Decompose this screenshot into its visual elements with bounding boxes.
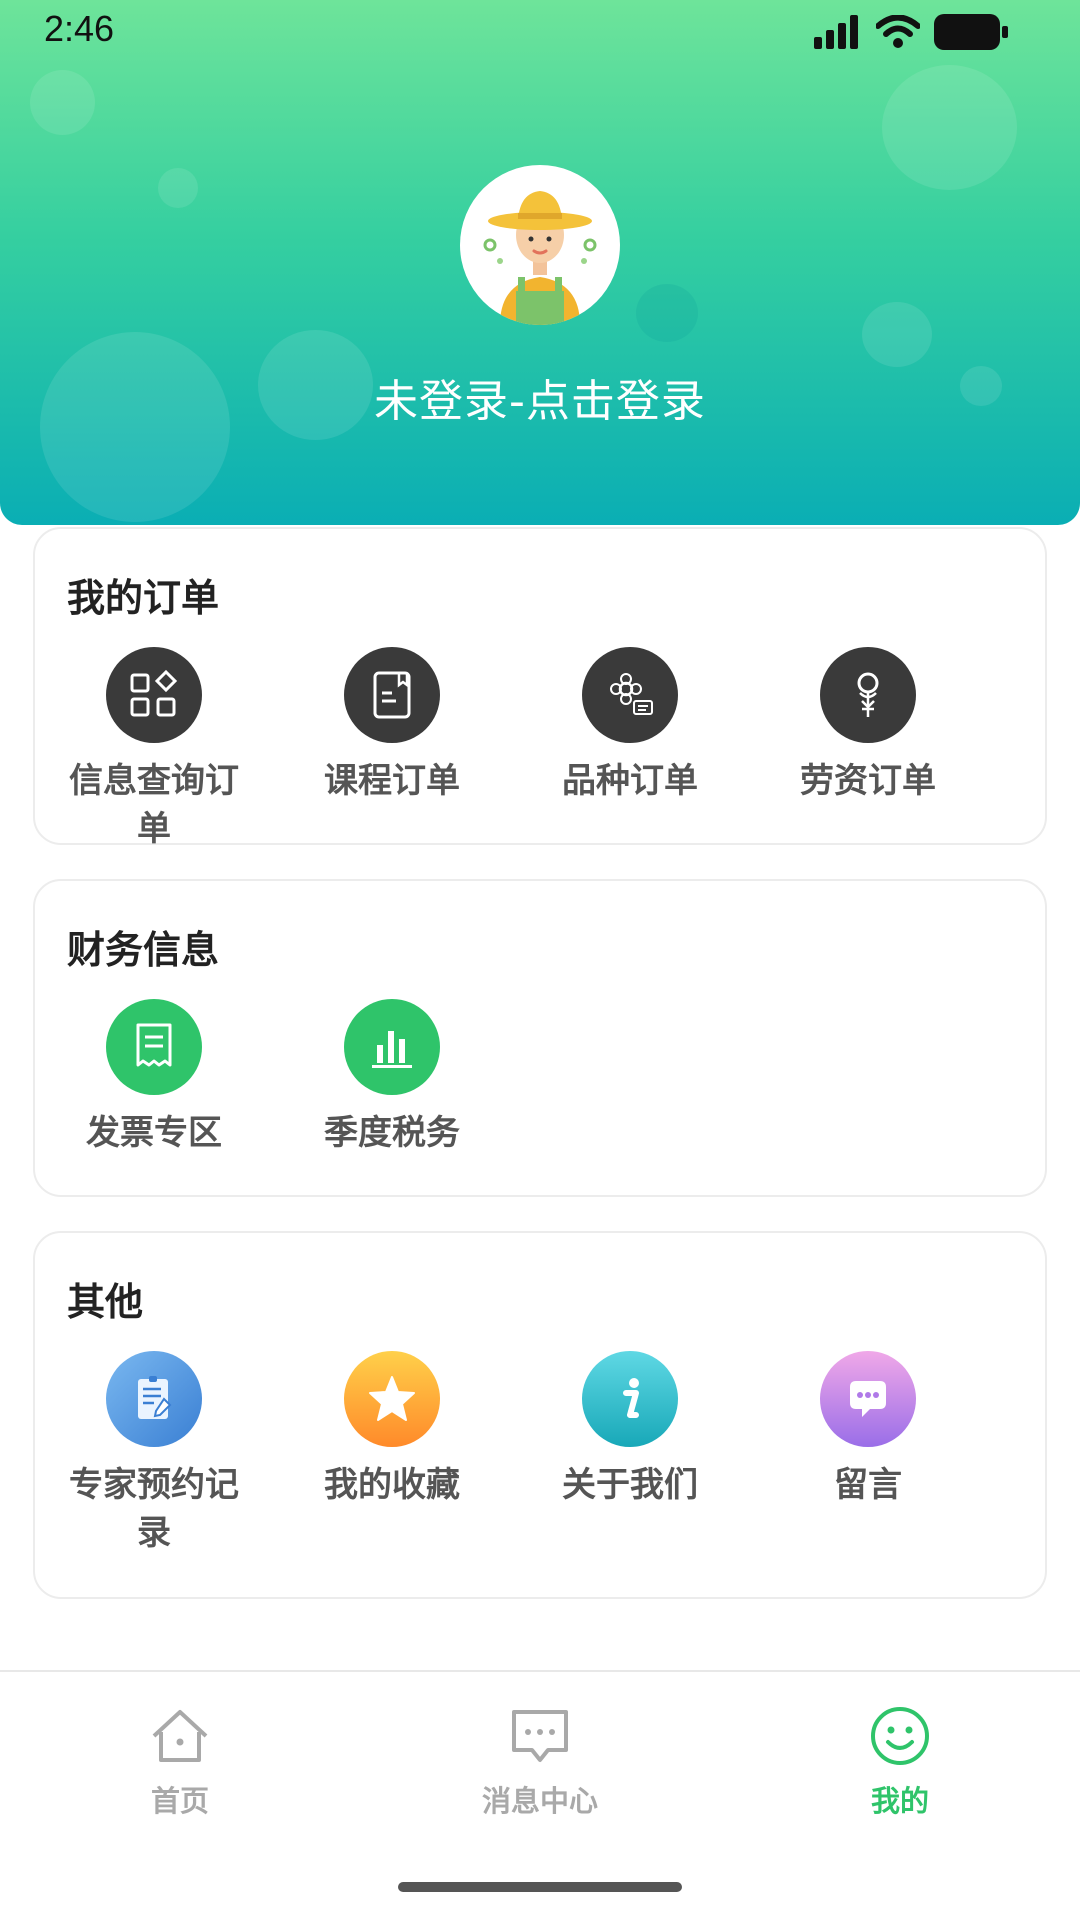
order-course-label: 课程订单	[324, 761, 460, 801]
finance-card: 财务信息 发票专区 季度税务	[33, 879, 1047, 1197]
info-icon	[582, 1351, 678, 1447]
order-course[interactable]: 课程订单	[273, 647, 511, 805]
farmer-avatar-icon	[483, 191, 597, 325]
other-favorites[interactable]: 我的收藏	[273, 1351, 511, 1509]
grid-icon	[106, 647, 202, 743]
home-icon	[152, 1710, 208, 1762]
finance-invoice[interactable]: 发票专区	[35, 999, 273, 1157]
battery-icon	[934, 14, 1008, 50]
decor-bubble	[862, 302, 932, 367]
message-icon	[512, 1710, 568, 1762]
orders-title: 我的订单	[67, 576, 220, 620]
tab-messages[interactable]: 消息中心	[440, 1704, 640, 1820]
tab-mine-label: 我的	[870, 1784, 929, 1818]
tab-messages-label: 消息中心	[481, 1784, 598, 1818]
finance-tax[interactable]: 季度税务	[273, 999, 511, 1157]
notepad-icon	[106, 1351, 202, 1447]
finance-tax-label: 季度税务	[324, 1113, 460, 1153]
smiley-icon	[871, 1707, 929, 1765]
other-message[interactable]: 留言	[749, 1351, 987, 1509]
order-info-query-label: 信息查询订单	[69, 761, 239, 849]
wifi-icon	[876, 15, 920, 48]
tab-mine[interactable]: 我的	[800, 1704, 1000, 1820]
tab-home-label: 首页	[150, 1784, 209, 1818]
other-card: 其他 专家预约记录 我的收藏 关于我们 留言	[33, 1231, 1047, 1599]
signal-icon	[814, 15, 858, 49]
receipt-icon	[106, 999, 202, 1095]
status-time: 2:46	[44, 8, 115, 49]
status-bar: 2:46	[0, 0, 1080, 60]
star-icon	[344, 1351, 440, 1447]
other-favorites-label: 我的收藏	[324, 1465, 460, 1505]
user-avatar[interactable]	[460, 165, 620, 325]
book-icon	[344, 647, 440, 743]
decor-bubble	[636, 284, 698, 342]
decor-bubble	[30, 70, 95, 135]
profile-header: 2:46 未登录-点击登录	[0, 0, 1080, 525]
orders-card: 我的订单 信息查询订单 课程订单 品种订单 劳资订单	[33, 527, 1047, 849]
order-wage-label: 劳资订单	[800, 761, 936, 801]
order-variety[interactable]: 品种订单	[511, 647, 749, 805]
home-indicator	[398, 1882, 682, 1892]
other-about-us-label: 关于我们	[562, 1465, 698, 1505]
order-info-query[interactable]: 信息查询订单	[35, 647, 273, 853]
other-title: 其他	[67, 1280, 144, 1324]
tab-home[interactable]: 首页	[80, 1704, 280, 1820]
wage-icon	[820, 647, 916, 743]
order-wage[interactable]: 劳资订单	[749, 647, 987, 805]
decor-bubble	[158, 168, 198, 208]
chat-bubble-icon	[820, 1351, 916, 1447]
order-variety-label: 品种订单	[562, 761, 698, 801]
other-expert-booking[interactable]: 专家预约记录	[35, 1351, 273, 1557]
finance-title: 财务信息	[67, 928, 220, 972]
finance-invoice-label: 发票专区	[86, 1113, 222, 1153]
bar-chart-icon	[344, 999, 440, 1095]
decor-bubble	[882, 65, 1017, 190]
other-expert-booking-label: 专家预约记录	[69, 1465, 239, 1553]
login-prompt[interactable]: 未登录-点击登录	[0, 365, 1080, 429]
seed-icon	[582, 647, 678, 743]
other-about-us[interactable]: 关于我们	[511, 1351, 749, 1509]
other-message-label: 留言	[834, 1465, 902, 1505]
status-icons	[814, 14, 1008, 50]
